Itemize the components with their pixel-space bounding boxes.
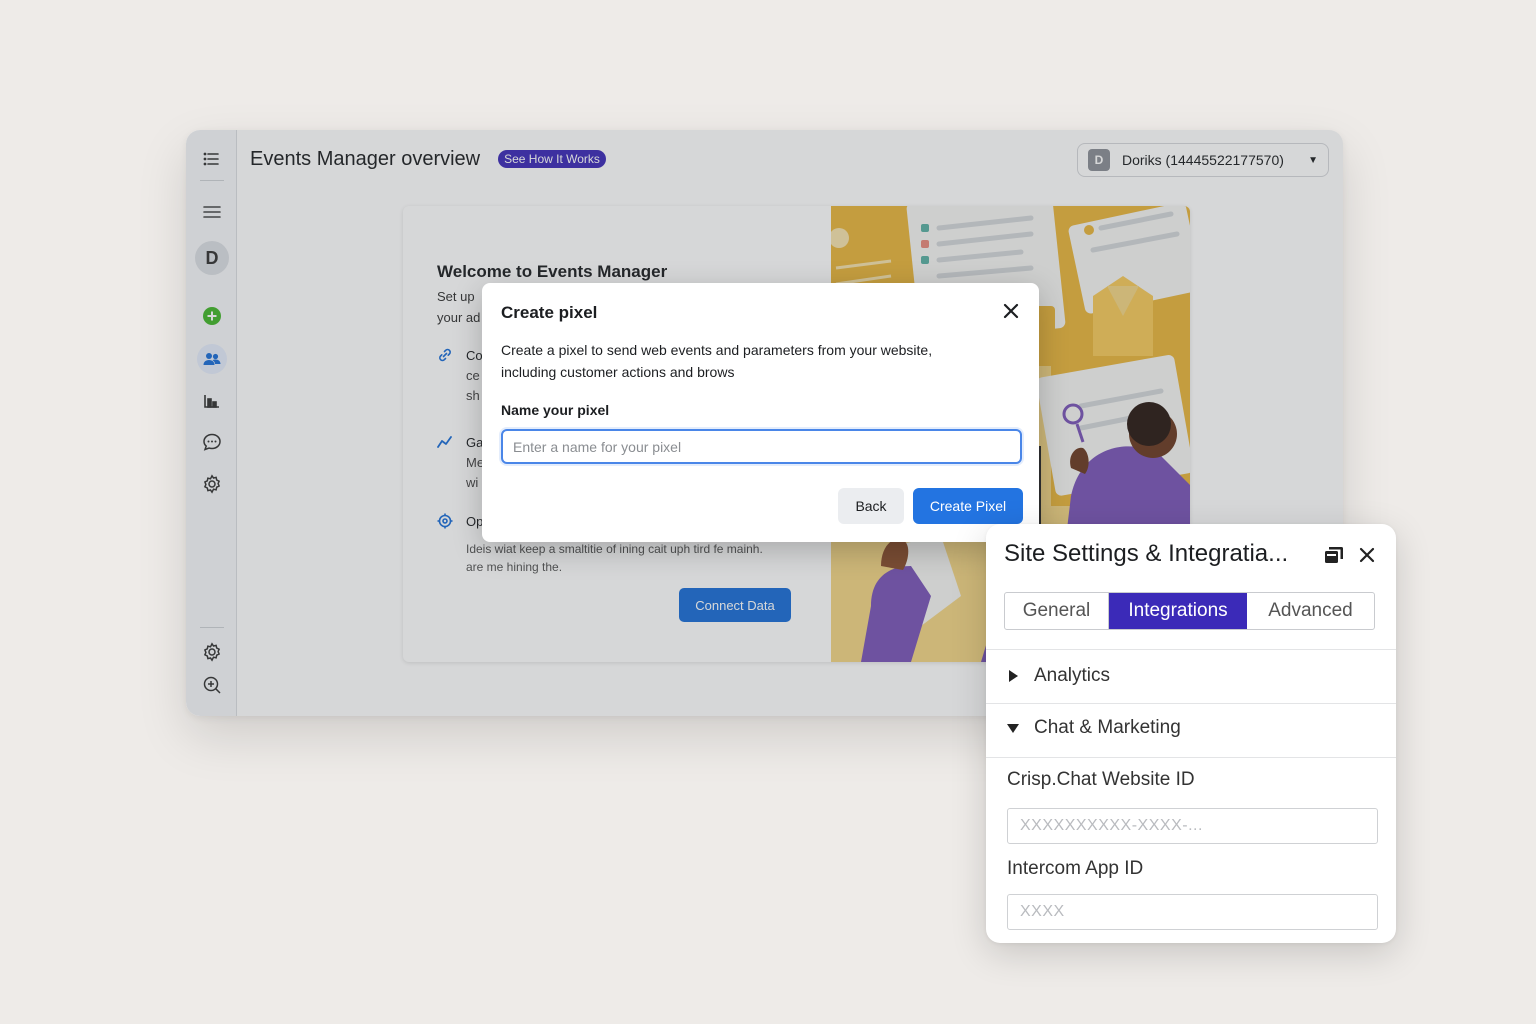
tab-integrations[interactable]: Integrations — [1109, 593, 1247, 629]
panel-title: Site Settings & Integratia... — [1004, 540, 1289, 567]
back-button[interactable]: Back — [838, 488, 904, 524]
caret-down-icon — [1007, 724, 1019, 733]
crisp-chat-label: Crisp.Chat Website ID — [1007, 769, 1195, 790]
close-icon[interactable] — [1001, 301, 1021, 321]
tab-advanced[interactable]: Advanced — [1247, 593, 1374, 629]
pixel-name-input[interactable] — [501, 429, 1022, 464]
divider — [986, 649, 1396, 650]
dialog-description: Create a pixel to send web events and pa… — [501, 342, 933, 380]
divider — [986, 703, 1396, 704]
popout-icon[interactable] — [1324, 545, 1344, 565]
section-label: Analytics — [1034, 665, 1111, 686]
section-label: Chat & Marketing — [1034, 717, 1181, 738]
section-analytics[interactable]: Analytics — [1006, 665, 1110, 687]
pixel-name-label: Name your pixel — [501, 402, 610, 418]
close-icon[interactable] — [1358, 546, 1376, 564]
site-settings-panel: Site Settings & Integratia... General In… — [986, 524, 1396, 943]
tab-general[interactable]: General — [1005, 593, 1109, 629]
section-chat-marketing[interactable]: Chat & Marketing — [1006, 717, 1181, 739]
intercom-label: Intercom App ID — [1007, 858, 1144, 879]
create-pixel-dialog: Create pixel Create a pixel to send web … — [482, 283, 1039, 542]
caret-right-icon — [1009, 670, 1018, 682]
crisp-chat-website-id-input[interactable] — [1007, 808, 1378, 844]
create-pixel-button[interactable]: Create Pixel — [913, 488, 1023, 524]
dialog-title: Create pixel — [501, 303, 598, 322]
settings-tabs: General Integrations Advanced — [1004, 592, 1375, 630]
intercom-app-id-input[interactable] — [1007, 894, 1378, 930]
divider — [986, 757, 1396, 758]
